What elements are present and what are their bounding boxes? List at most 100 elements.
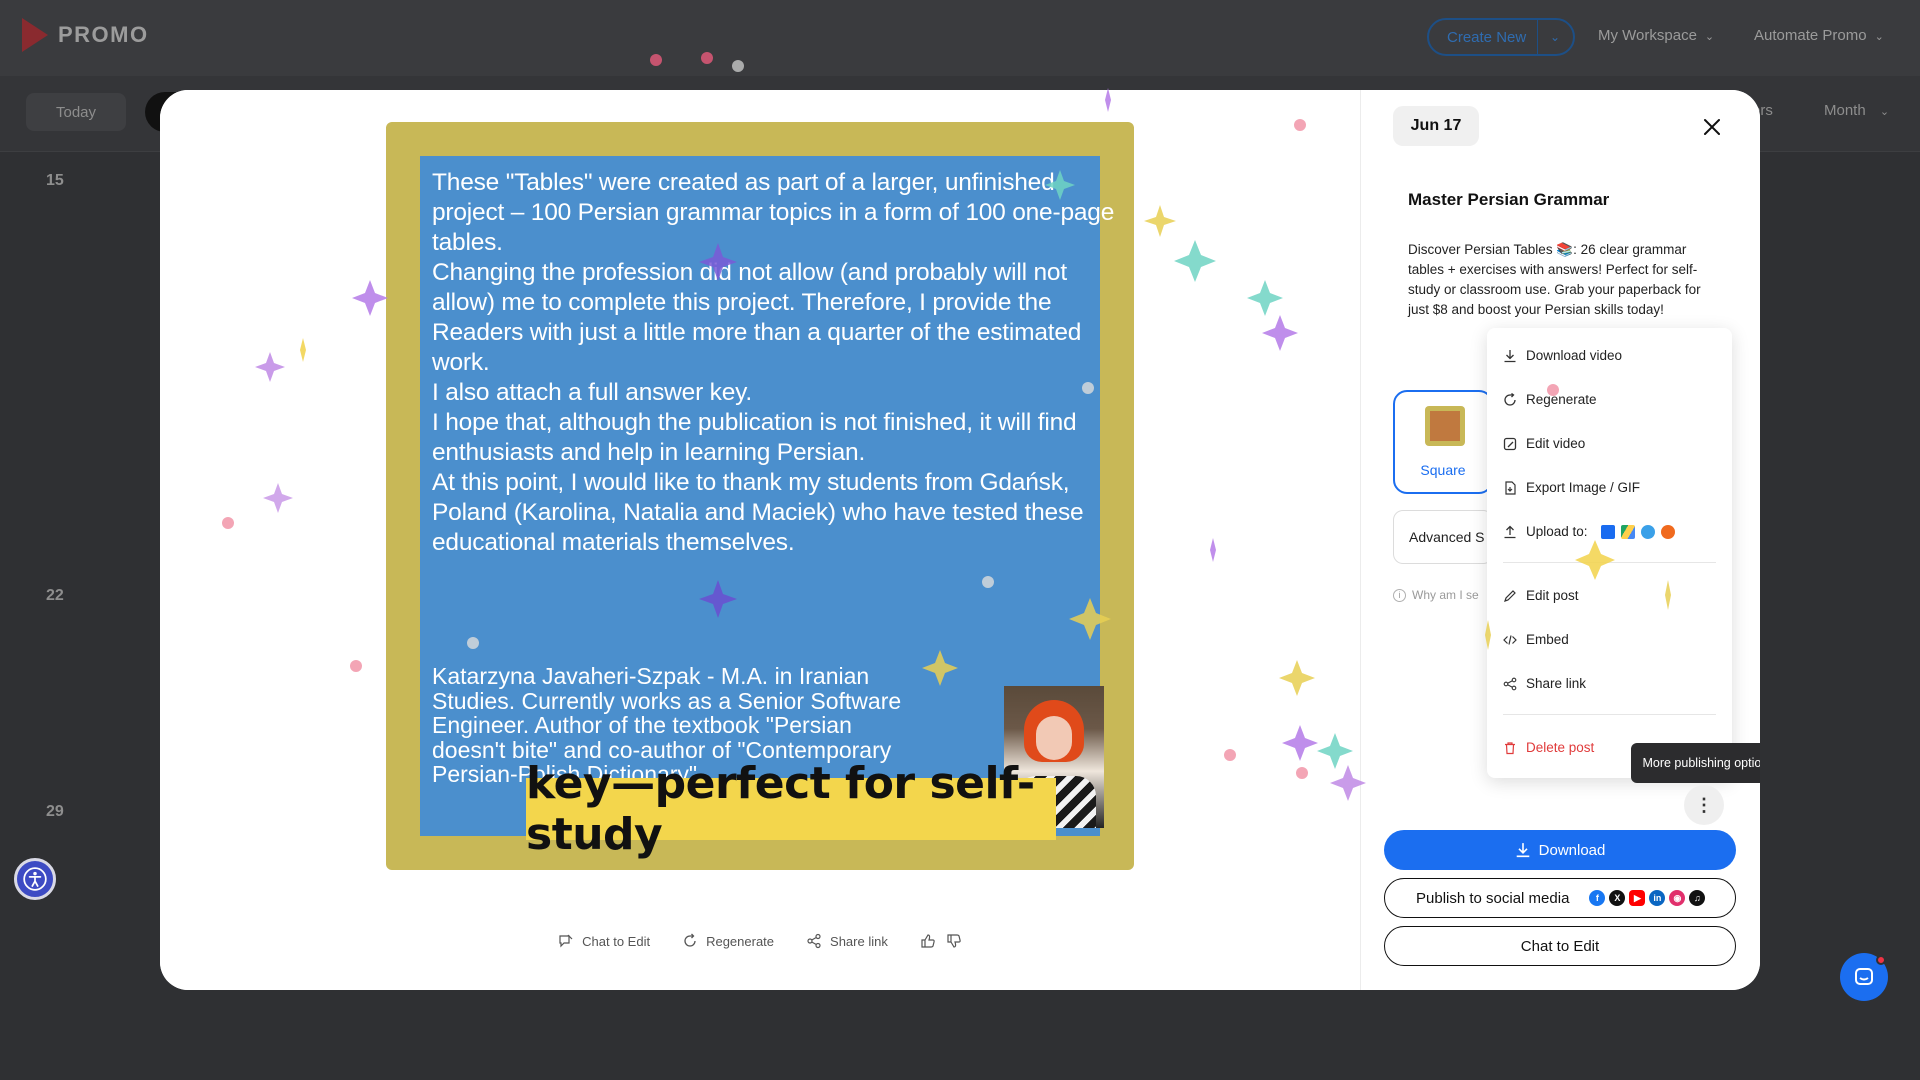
menu-download-video[interactable]: Download video: [1503, 348, 1622, 363]
close-icon: [1704, 119, 1720, 135]
accessibility-icon[interactable]: [14, 858, 56, 900]
upload-icon: [1504, 525, 1516, 538]
my-workspace-menu[interactable]: My Workspace ⌄: [1598, 27, 1714, 44]
publish-social-button[interactable]: Publish to social media f X ▶ in ◉ ♫: [1384, 878, 1736, 918]
menu-embed[interactable]: Embed: [1503, 632, 1569, 647]
chat-edit-icon: [559, 934, 573, 948]
view-select-label: Month: [1824, 102, 1866, 119]
chevron-down-icon: ⌄: [1879, 106, 1890, 118]
advanced-settings-label: Advanced S: [1409, 529, 1485, 545]
video-caption: key—perfect for self-study: [526, 758, 1056, 860]
menu-upload-to[interactable]: Upload to:: [1503, 524, 1675, 539]
download-icon: [1504, 349, 1516, 362]
automate-promo-menu[interactable]: Automate Promo ⌄: [1754, 27, 1884, 44]
advanced-settings-button[interactable]: Advanced S: [1393, 510, 1493, 564]
portrait-face: [1036, 716, 1072, 760]
menu-edit-video-label: Edit video: [1526, 436, 1586, 451]
chevron-down-icon: ⌄: [1874, 31, 1884, 43]
upload-destinations: [1600, 524, 1675, 539]
menu-upload-to-label: Upload to:: [1526, 524, 1588, 539]
thumbs-down-icon[interactable]: [946, 933, 962, 949]
menu-delete-post-label: Delete post: [1526, 740, 1595, 755]
why-label: Why am I se: [1412, 588, 1479, 602]
post-details-panel: Jun 17 Master Persian Grammar Discover P…: [1360, 90, 1760, 990]
share-link-label: Share link: [830, 933, 888, 949]
menu-divider: [1503, 714, 1716, 715]
notification-dot: [1876, 955, 1886, 965]
why-am-i-seeing-link[interactable]: i Why am I se: [1393, 588, 1493, 602]
social-network-icons: f X ▶ in ◉ ♫: [1589, 890, 1706, 906]
chevron-down-icon[interactable]: ⌄: [1538, 30, 1560, 44]
format-option-square[interactable]: Square: [1393, 390, 1493, 494]
week-number: 29: [46, 803, 64, 820]
chat-to-edit-action[interactable]: Chat to Edit: [558, 933, 650, 949]
menu-export-image-label: Export Image / GIF: [1526, 480, 1641, 495]
facebook-icon: f: [1589, 890, 1606, 906]
create-new-button[interactable]: Create New ⌄: [1427, 18, 1575, 56]
edit-video-icon: [1503, 437, 1517, 450]
google-drive-icon[interactable]: [1620, 524, 1635, 539]
logo-text: PROMO: [58, 22, 149, 47]
thumbs-up-icon[interactable]: [920, 933, 936, 949]
chat-to-edit-label: Chat to Edit: [582, 933, 651, 949]
post-description[interactable]: Discover Persian Tables 📚: 26 clear gram…: [1408, 240, 1720, 320]
trash-icon: [1505, 741, 1515, 754]
video-paragraph: These "Tables" were created as part of a…: [432, 169, 1115, 256]
more-options-tooltip: More publishing options: [1631, 743, 1760, 783]
menu-divider: [1503, 562, 1716, 563]
video-paragraph: Changing the profession did not allow (a…: [432, 259, 1082, 376]
format-label: Square: [1420, 462, 1466, 478]
promo-logo[interactable]: PROMO: [22, 18, 149, 52]
download-label: Download: [1538, 841, 1606, 859]
chat-to-edit-button[interactable]: Chat to Edit: [1384, 926, 1736, 966]
vertical-dots-icon: ⋮: [1695, 794, 1713, 815]
zapier-icon[interactable]: [1660, 524, 1675, 539]
format-thumbnail: [1425, 406, 1465, 446]
video-paragraph: At this point, I would like to thank my …: [432, 469, 1084, 556]
share-icon: [807, 933, 821, 949]
video-content: These "Tables" were created as part of a…: [420, 156, 1114, 860]
view-select[interactable]: Month ⌄: [1824, 102, 1889, 119]
video-paragraph: I hope that, although the publication is…: [432, 409, 1077, 466]
regenerate-label: Regenerate: [706, 933, 775, 949]
support-chat-button[interactable]: [1840, 953, 1888, 1001]
tiktok-icon: ♫: [1689, 890, 1706, 906]
regenerate-icon: [684, 933, 696, 947]
menu-regenerate[interactable]: Regenerate: [1503, 392, 1597, 407]
dropbox-icon[interactable]: [1600, 524, 1615, 539]
menu-embed-label: Embed: [1526, 632, 1569, 647]
regenerate-action[interactable]: Regenerate: [682, 933, 774, 949]
automate-promo-label: Automate Promo: [1754, 27, 1867, 44]
pencil-icon: [1504, 589, 1516, 602]
more-options-menu: Download video Regenerate Edit video Exp…: [1487, 328, 1732, 778]
menu-delete-post[interactable]: Delete post: [1503, 740, 1594, 755]
regenerate-icon: [1504, 392, 1516, 406]
share-icon: [1503, 677, 1517, 690]
post-preview-modal: These "Tables" were created as part of a…: [160, 90, 1760, 990]
chat-icon: [1855, 968, 1873, 985]
more-options-button[interactable]: ⋮: [1684, 785, 1724, 825]
create-new-label: Create New: [1447, 28, 1527, 46]
app-header: PROMO Create New ⌄ My Workspace ⌄ Automat…: [0, 0, 1920, 76]
video-paragraph: I also attach a full answer key.: [432, 379, 752, 406]
today-button[interactable]: Today: [26, 93, 126, 131]
telegram-icon[interactable]: [1640, 524, 1655, 539]
menu-edit-video[interactable]: Edit video: [1503, 436, 1585, 451]
close-modal-button[interactable]: [1699, 114, 1725, 140]
download-button[interactable]: Download: [1384, 830, 1736, 870]
week-number: 22: [46, 587, 64, 604]
menu-share-link[interactable]: Share link: [1503, 676, 1586, 691]
code-icon: [1503, 634, 1517, 645]
video-text-block: These "Tables" were created as part of a…: [432, 168, 1132, 558]
share-link-action[interactable]: Share link: [806, 933, 888, 949]
menu-edit-post-label: Edit post: [1526, 588, 1579, 603]
menu-edit-post[interactable]: Edit post: [1503, 588, 1579, 603]
video-player[interactable]: These "Tables" were created as part of a…: [386, 122, 1134, 870]
linkedin-icon: in: [1649, 890, 1666, 906]
publish-label: Publish to social media: [1416, 889, 1570, 907]
menu-export-image[interactable]: Export Image / GIF: [1503, 480, 1640, 495]
post-title: Master Persian Grammar: [1408, 190, 1610, 209]
video-preview-area: These "Tables" were created as part of a…: [160, 90, 1360, 990]
x-icon: X: [1609, 890, 1626, 906]
export-file-icon: [1505, 480, 1516, 495]
